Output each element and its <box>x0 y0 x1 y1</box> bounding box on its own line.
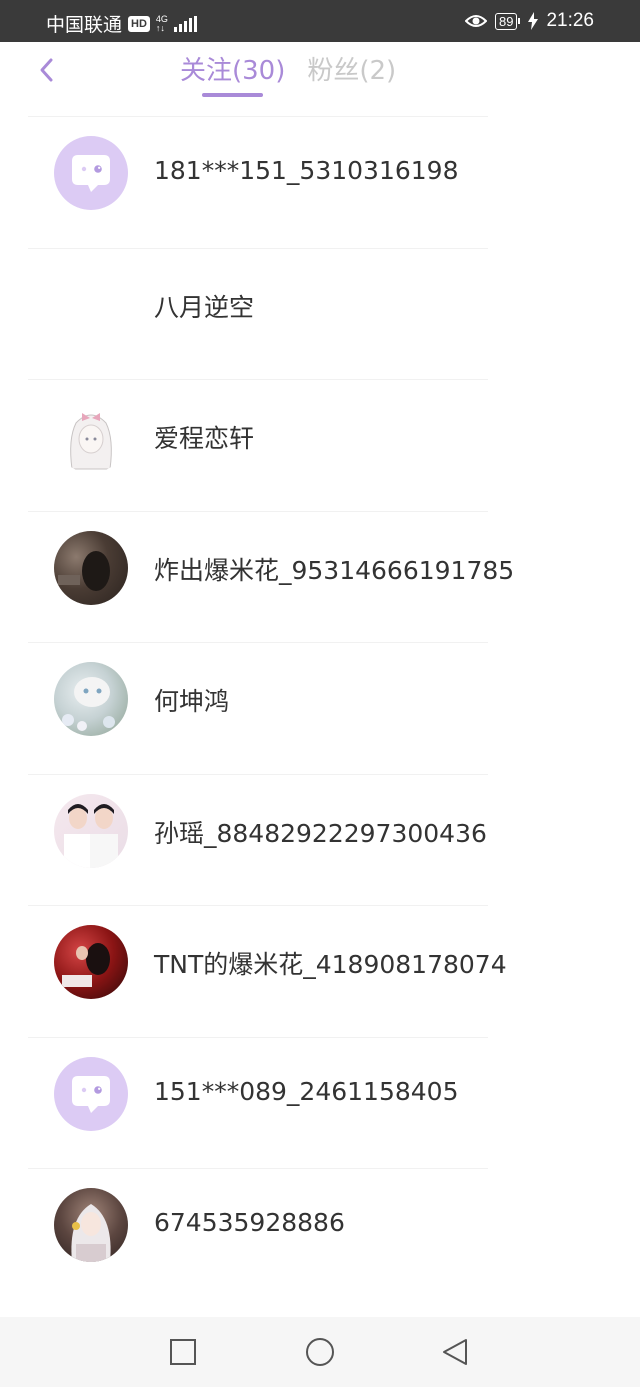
clock: 21:26 <box>546 10 594 31</box>
anime-girl-avatar-image <box>70 413 112 470</box>
user-name: TNT的爆米花_418908178074 <box>154 950 507 979</box>
charging-icon <box>528 12 539 30</box>
square-icon <box>170 1339 196 1365</box>
avatar[interactable] <box>54 925 128 999</box>
status-right: 89 21:26 <box>464 10 594 32</box>
photo-avatar-image <box>58 550 110 591</box>
cat-photo-avatar-image <box>62 677 115 731</box>
tab-fans-label: 粉丝(2) <box>307 56 397 86</box>
list-item[interactable]: 爱程恋轩 <box>0 379 640 511</box>
signal-icon <box>173 15 197 32</box>
list-item[interactable]: 炸出爆米花_95314666191785 <box>0 510 640 643</box>
header: 关注(30) 粉丝(2) <box>0 42 640 116</box>
network-type: 4G ↑↓ <box>155 14 168 33</box>
white-hair-girl-avatar-image <box>71 1204 111 1262</box>
status-bar: 中国联通 HD 4G ↑↓ 89 21:26 <box>0 0 640 42</box>
battery-icon: 89 <box>494 12 521 30</box>
user-name: 爱程恋轩 <box>154 424 255 453</box>
chat-bubble-icon <box>72 155 110 192</box>
list-item[interactable]: 孙瑶_88482922297300436 <box>0 773 640 906</box>
battery-level: 89 <box>494 12 518 30</box>
list-item[interactable]: 八月逆空 <box>0 247 640 380</box>
avatar[interactable] <box>54 1056 128 1131</box>
tab-fans[interactable]: 粉丝(2) <box>307 50 396 97</box>
list-item[interactable]: 151***089_2461158405 <box>0 1036 640 1169</box>
user-name: 炸出爆米花_95314666191785 <box>154 555 515 585</box>
avatar[interactable] <box>54 530 128 605</box>
tab-active-indicator <box>202 93 264 97</box>
avatar[interactable] <box>54 793 128 868</box>
triangle-back-icon <box>443 1339 467 1365</box>
chat-bubble-icon <box>72 1075 110 1113</box>
avatar[interactable] <box>54 662 128 736</box>
avatar[interactable] <box>54 1188 128 1262</box>
user-name: 八月逆空 <box>154 292 255 322</box>
tab-following-label: 关注(30) <box>180 56 286 86</box>
avatar[interactable] <box>54 136 128 210</box>
carrier-label: 中国联通 <box>46 15 123 36</box>
avatar[interactable] <box>54 399 128 473</box>
recent-apps-button[interactable] <box>168 1337 198 1367</box>
eye-icon <box>464 15 487 27</box>
tab-following[interactable]: 关注(30) <box>180 50 285 97</box>
system-navigation-bar <box>0 1317 640 1387</box>
following-list: 181***151_5310316198 八月逆空 爱程恋轩 炸出爆米花_953… <box>0 116 640 1300</box>
back-nav-button[interactable] <box>440 1337 470 1367</box>
user-name: 674535928886 <box>154 1208 345 1237</box>
circle-icon <box>306 1338 334 1366</box>
home-button[interactable] <box>305 1337 335 1367</box>
list-item[interactable]: TNT的爆米花_418908178074 <box>0 905 640 1037</box>
hd-badge: HD <box>128 15 150 32</box>
list-item[interactable]: 何坤鸿 <box>0 642 640 774</box>
network-sub-label: ↑↓ <box>155 22 165 33</box>
user-name: 孙瑶_88482922297300436 <box>154 818 487 848</box>
list-item[interactable]: 181***151_5310316198 <box>0 116 640 248</box>
two-boys-photo-avatar-image <box>64 803 118 868</box>
list-item[interactable]: 674535928886 <box>0 1168 640 1300</box>
status-left: 中国联通 HD 4G ↑↓ <box>46 10 197 37</box>
user-name: 何坤鸿 <box>154 687 230 716</box>
user-name: 151***089_2461158405 <box>154 1076 459 1106</box>
user-name: 181***151_5310316198 <box>154 156 459 185</box>
chevron-left-icon <box>40 58 53 82</box>
back-button[interactable] <box>30 50 62 90</box>
tab-bar: 关注(30) 粉丝(2) <box>180 50 396 97</box>
photo-avatar-image <box>62 943 110 987</box>
avatar[interactable] <box>54 268 128 342</box>
